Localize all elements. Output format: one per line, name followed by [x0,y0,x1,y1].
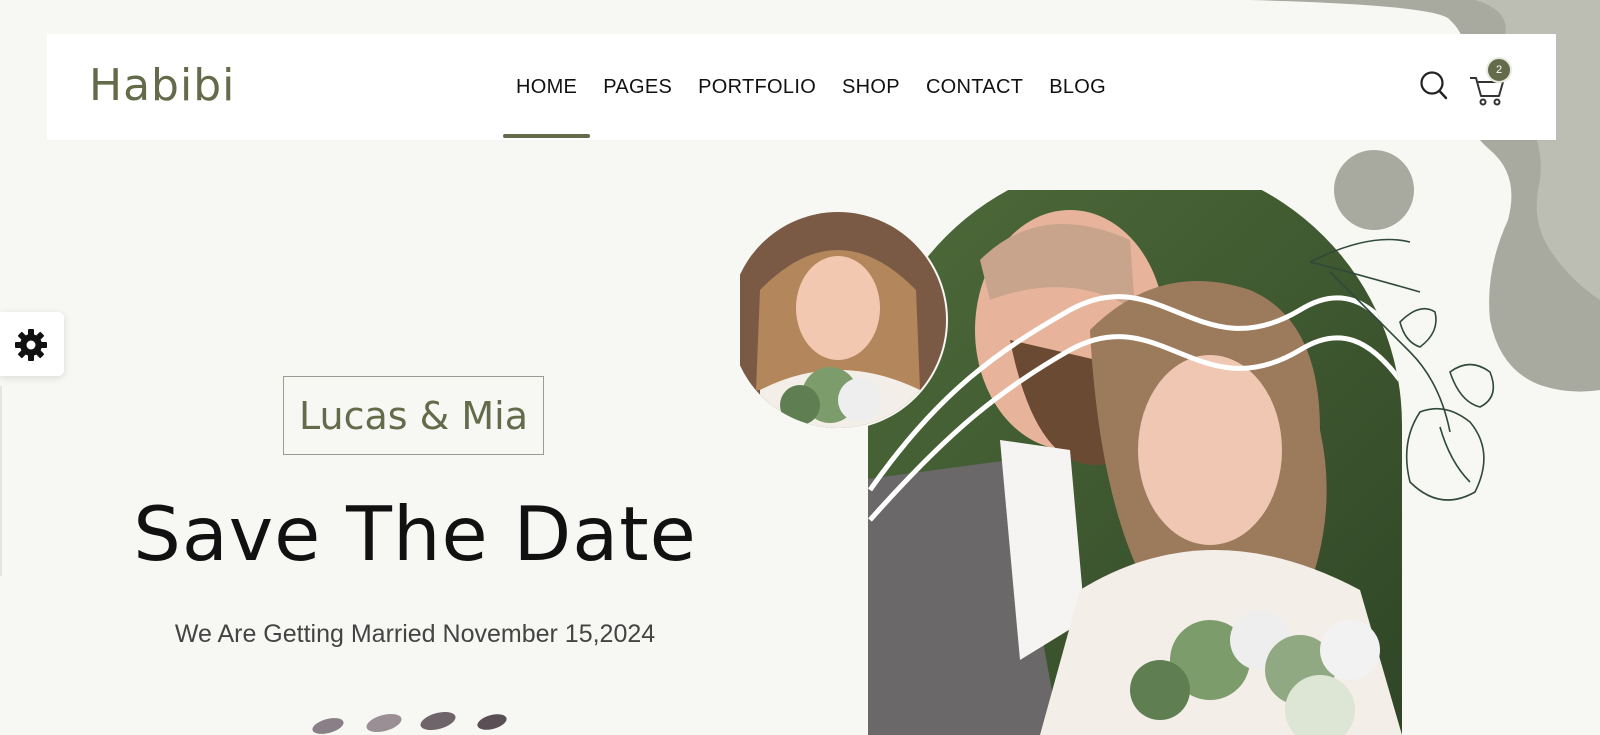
nav-home[interactable]: HOME [503,34,591,140]
couple-names: Lucas & Mia [299,394,528,438]
flower-line-art [1310,238,1495,501]
gear-icon [15,329,47,361]
site-header: Habibi HOME PAGES PORTFOLIO SHOP CONTACT… [47,34,1556,140]
nav-blog[interactable]: BLOG [1036,34,1119,140]
nav-shop[interactable]: SHOP [829,34,913,140]
leaf-decoration [312,712,507,734]
site-logo[interactable]: Habibi [89,60,235,111]
nav-contact[interactable]: CONTACT [913,34,1036,140]
hero-title: Save The Date [133,490,697,578]
nav-portfolio[interactable]: PORTFOLIO [685,34,829,140]
settings-toggle-button[interactable] [0,312,64,376]
search-icon[interactable] [1419,70,1449,102]
hero-subtitle: We Are Getting Married November 15,2024 [174,620,656,648]
main-nav: HOME PAGES PORTFOLIO SHOP CONTACT BLOG [503,34,1119,140]
nav-pages[interactable]: PAGES [590,34,685,140]
cart-count-badge: 2 [1486,57,1512,83]
couple-names-box: Lucas & Mia [283,376,544,455]
